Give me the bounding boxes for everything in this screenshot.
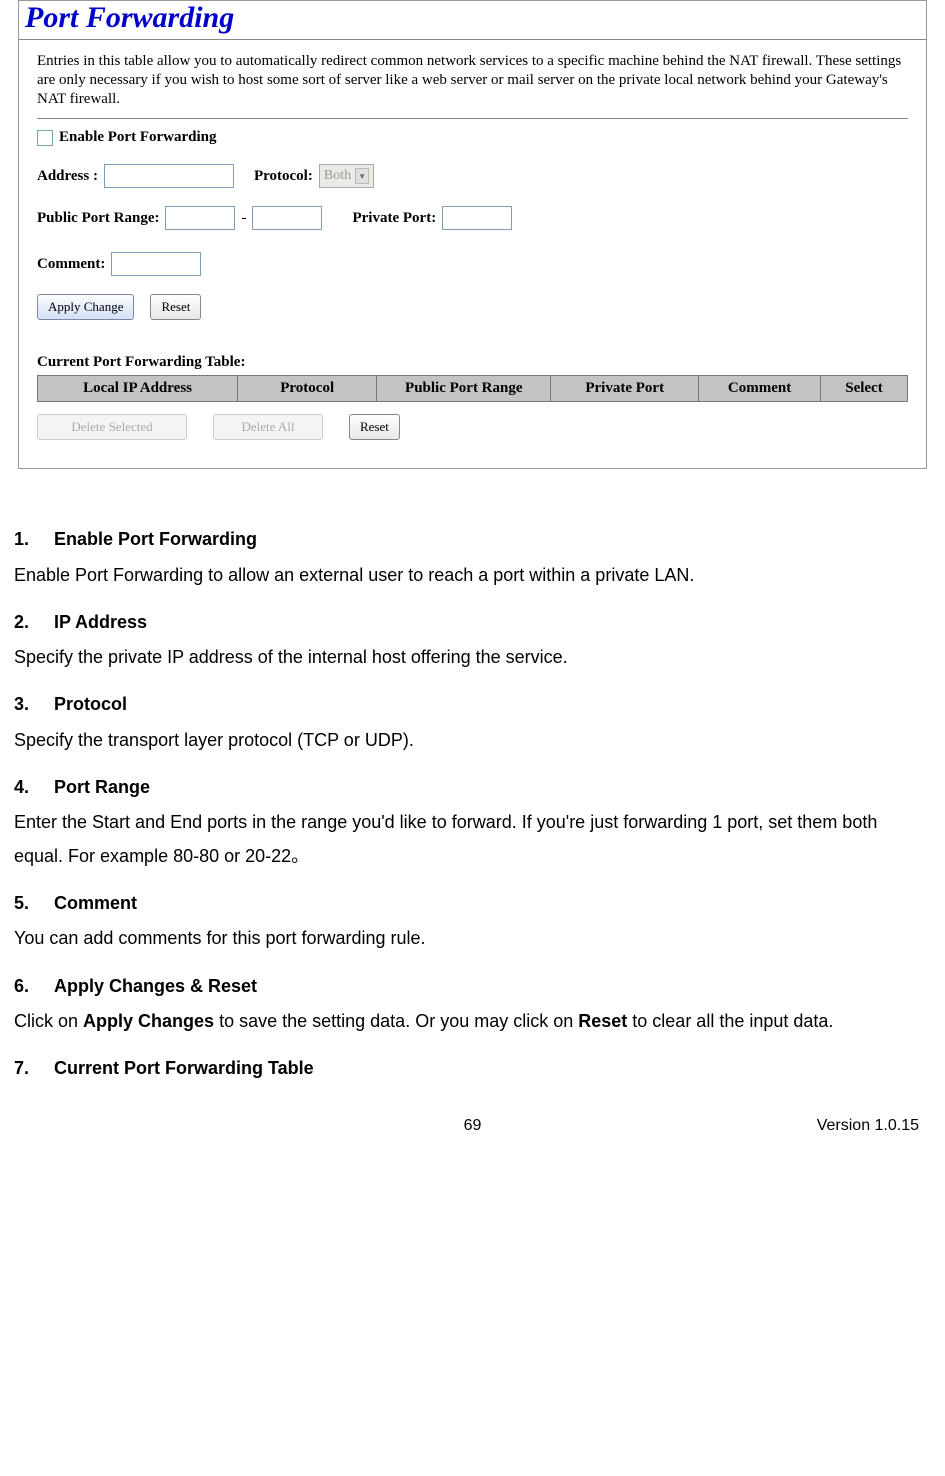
protocol-select[interactable]: Both ▾ — [319, 164, 374, 188]
range-separator: - — [241, 210, 246, 227]
comment-label: Comment: — [37, 256, 105, 273]
th-comment: Comment — [699, 376, 821, 402]
private-port-input[interactable] — [442, 206, 512, 230]
delete-all-button[interactable]: Delete All — [213, 414, 323, 440]
doc-heading-2: 2.IP Address — [14, 606, 931, 639]
private-port-label: Private Port: — [352, 210, 436, 227]
th-private-port: Private Port — [551, 376, 699, 402]
doc-heading-4: 4.Port Range — [14, 771, 931, 804]
port-row: Public Port Range: - Private Port: — [37, 206, 908, 230]
comment-row: Comment: — [37, 252, 908, 276]
chevron-down-icon: ▾ — [355, 168, 369, 184]
th-select: Select — [820, 376, 907, 402]
delete-selected-button[interactable]: Delete Selected — [37, 414, 187, 440]
reset-button[interactable]: Reset — [150, 294, 201, 320]
doc-body-6: Click on Apply Changes to save the setti… — [14, 1005, 931, 1038]
protocol-value: Both — [324, 168, 351, 184]
enable-row: Enable Port Forwarding — [37, 129, 908, 146]
reset-button-2[interactable]: Reset — [349, 414, 400, 440]
th-public-range: Public Port Range — [377, 376, 551, 402]
enable-checkbox[interactable] — [37, 130, 53, 146]
divider — [37, 118, 908, 119]
table-caption: Current Port Forwarding Table: — [37, 354, 908, 371]
form-area: Enable Port Forwarding Address : Protoco… — [19, 129, 926, 468]
button-row-2: Delete Selected Delete All Reset — [37, 414, 908, 450]
doc-heading-1: 1.Enable Port Forwarding — [14, 523, 931, 556]
address-protocol-row: Address : Protocol: Both ▾ — [37, 164, 908, 188]
protocol-label: Protocol: — [254, 168, 313, 185]
doc-heading-6: 6.Apply Changes & Reset — [14, 970, 931, 1003]
public-port-range-label: Public Port Range: — [37, 210, 159, 227]
page-title: Port Forwarding — [19, 1, 926, 40]
address-input[interactable] — [104, 164, 234, 188]
enable-label: Enable Port Forwarding — [59, 129, 217, 146]
doc-body-2: Specify the private IP address of the in… — [14, 641, 931, 674]
page-number: 69 — [324, 1117, 622, 1135]
apply-change-button[interactable]: Apply Change — [37, 294, 134, 320]
doc-body-5: You can add comments for this port forwa… — [14, 922, 931, 955]
router-config-screenshot: Port Forwarding Entries in this table al… — [18, 0, 927, 469]
button-row-1: Apply Change Reset — [37, 294, 908, 320]
public-port-end-input[interactable] — [252, 206, 322, 230]
doc-heading-7: 7.Current Port Forwarding Table — [14, 1052, 931, 1085]
th-local-ip: Local IP Address — [38, 376, 238, 402]
page-footer: 69 Version 1.0.15 — [10, 1087, 935, 1135]
port-forwarding-table: Local IP Address Protocol Public Port Ra… — [37, 375, 908, 402]
doc-body-3: Specify the transport layer protocol (TC… — [14, 724, 931, 757]
th-protocol: Protocol — [238, 376, 377, 402]
doc-body-4: Enter the Start and End ports in the ran… — [14, 806, 931, 873]
public-port-start-input[interactable] — [165, 206, 235, 230]
doc-body-1: Enable Port Forwarding to allow an exter… — [14, 559, 931, 592]
comment-input[interactable] — [111, 252, 201, 276]
doc-heading-5: 5.Comment — [14, 887, 931, 920]
documentation: 1.Enable Port Forwarding Enable Port For… — [10, 499, 935, 1085]
address-label: Address : — [37, 168, 98, 185]
version-label: Version 1.0.15 — [621, 1117, 919, 1135]
table-header-row: Local IP Address Protocol Public Port Ra… — [38, 376, 908, 402]
intro-text: Entries in this table allow you to autom… — [19, 40, 926, 112]
doc-heading-3: 3.Protocol — [14, 688, 931, 721]
